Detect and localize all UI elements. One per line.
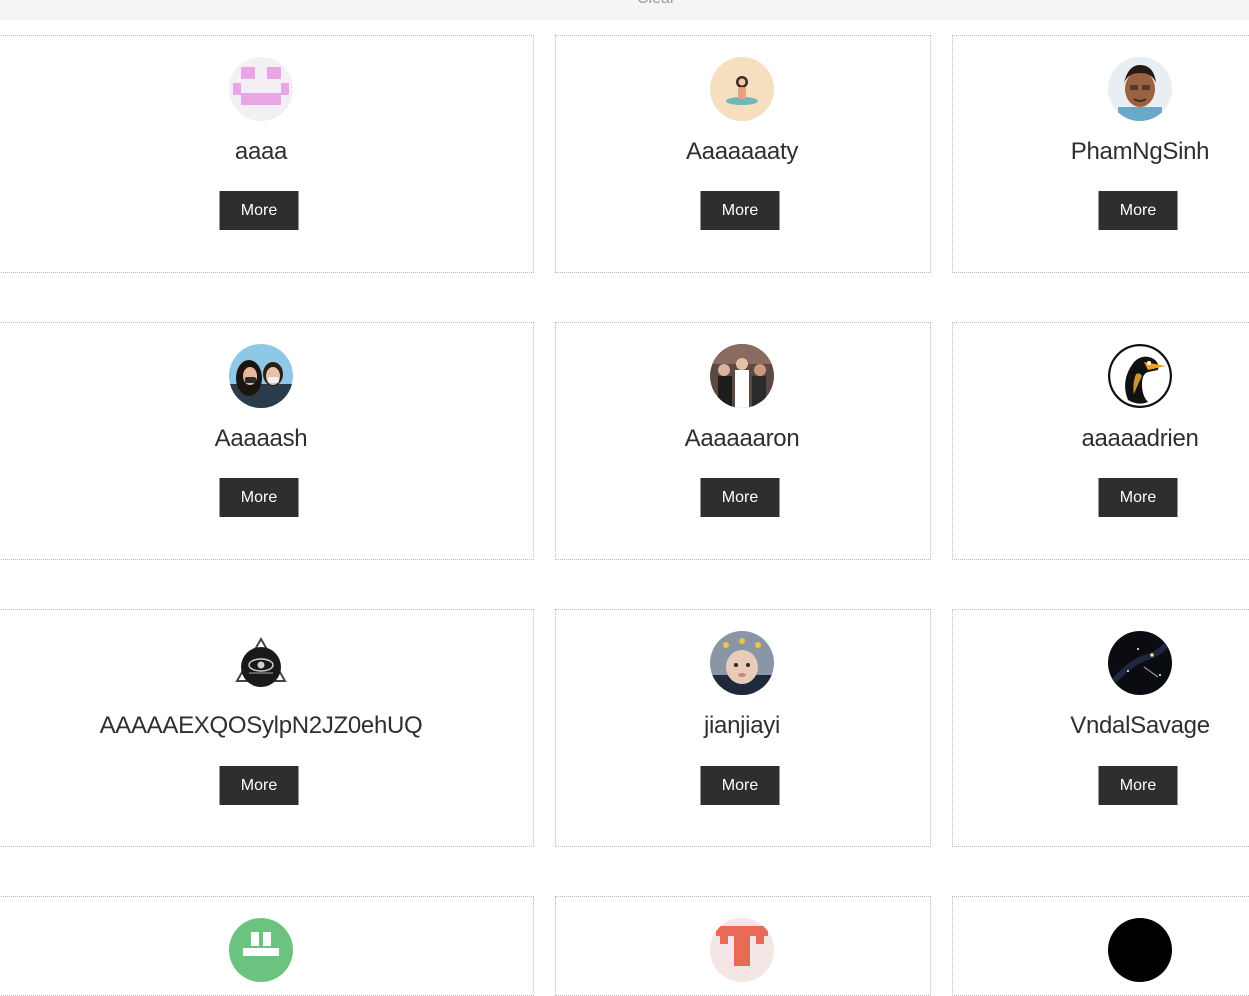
night-sky-avatar-icon[interactable] [1108, 631, 1172, 695]
username: Aaaaaaron [684, 425, 800, 452]
username: aaaaadrien [1081, 425, 1199, 452]
more-button[interactable]: More [700, 478, 780, 517]
pixel-face-avatar-icon[interactable] [229, 57, 293, 121]
username: Aaaaash [214, 425, 308, 452]
more-button[interactable]: More [700, 191, 780, 230]
green-pixel-avatar-icon[interactable] [229, 918, 293, 982]
more-button[interactable]: More [1098, 478, 1178, 517]
more-button[interactable]: More [1098, 191, 1178, 230]
baby-photo-avatar-icon[interactable] [710, 631, 774, 695]
more-button[interactable]: More [1098, 766, 1178, 805]
couple-selfie-avatar-icon[interactable] [229, 344, 293, 408]
cartoon-man-avatar-icon[interactable] [1108, 57, 1172, 121]
eye-emblem-avatar-icon[interactable] [229, 631, 293, 695]
more-button[interactable]: More [700, 766, 780, 805]
person-illustration-avatar-icon[interactable] [710, 57, 774, 121]
username: Aaaaaaaty [685, 138, 799, 165]
more-button[interactable]: More [219, 766, 299, 805]
username: aaaa [234, 138, 288, 165]
username: jianjiayi [703, 712, 781, 739]
username: AAAAAEXQOSylpN2JZ0ehUQ [99, 712, 423, 739]
more-button[interactable]: More [219, 191, 299, 230]
username: PhamNgSinh [1070, 138, 1210, 165]
clear-link[interactable]: Clear [637, 0, 675, 8]
penguin-avatar-icon[interactable] [1108, 344, 1172, 408]
crowd-photo-avatar-icon[interactable] [710, 344, 774, 408]
user-card [952, 896, 1249, 996]
top-bar: Clear [0, 0, 1249, 20]
more-button[interactable]: More [219, 478, 299, 517]
black-circle-avatar-icon[interactable] [1108, 918, 1172, 982]
red-pixel-avatar-icon[interactable] [710, 918, 774, 982]
username: VndalSavage [1070, 712, 1210, 739]
